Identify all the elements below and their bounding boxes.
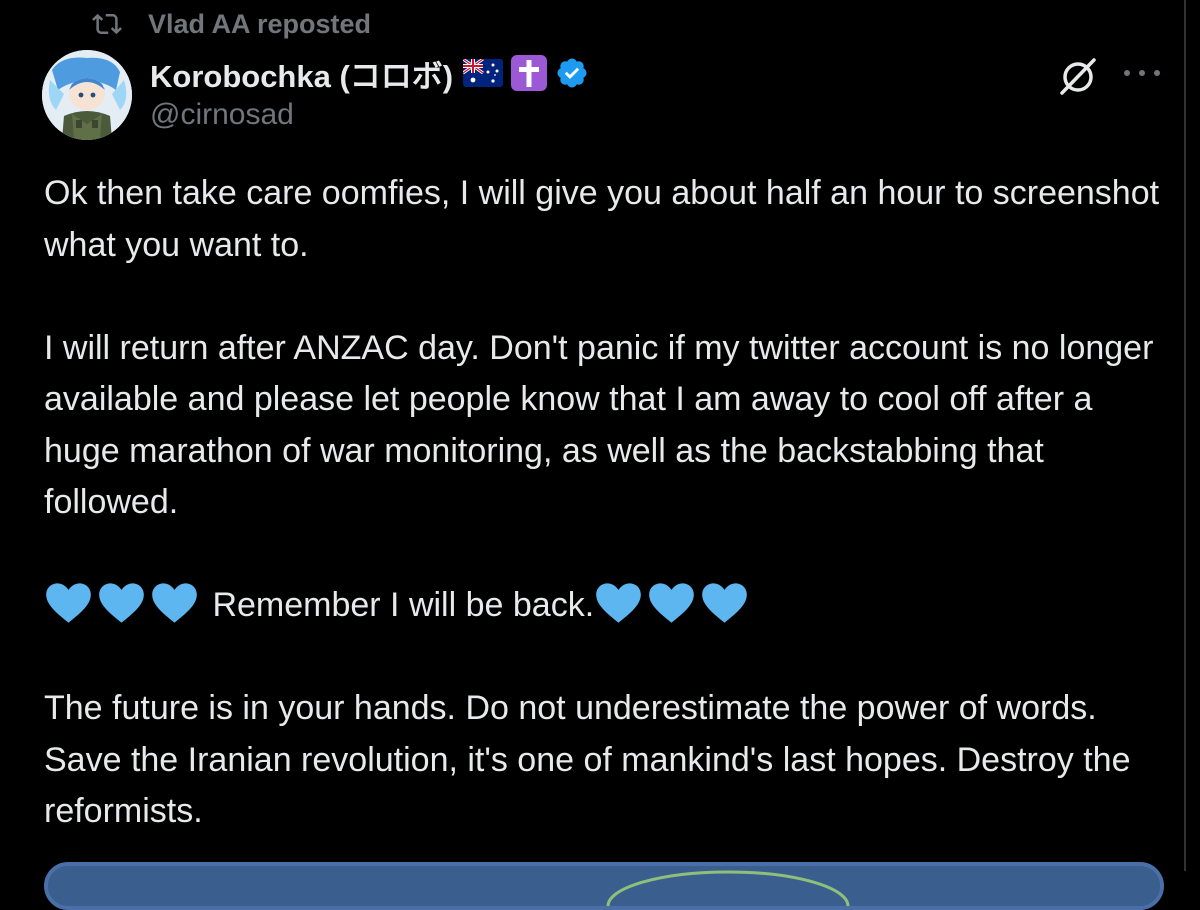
verified-badge-icon[interactable]	[555, 56, 589, 90]
light-blue-heart-emoji	[596, 583, 641, 623]
post-header: Korobochka (コロボ) @cirnosad	[150, 52, 589, 132]
display-name[interactable]: Korobochka (コロボ)	[150, 51, 453, 96]
avatar[interactable]	[42, 50, 132, 140]
post-paragraph-3-text: Remember I will be back.	[212, 586, 595, 624]
light-blue-heart-emoji	[649, 583, 694, 623]
post-paragraph-1: Ok then take care oomfies, I will give y…	[44, 174, 1160, 264]
repost-label: Vlad AA reposted	[148, 8, 372, 39]
light-blue-heart-emoji	[152, 583, 197, 623]
repost-indicator[interactable]: Vlad AA reposted	[92, 6, 371, 42]
more-dot	[1124, 70, 1130, 76]
light-blue-heart-emoji	[99, 583, 144, 623]
more-dot	[1154, 70, 1160, 76]
timeline-border	[1184, 0, 1200, 871]
handle[interactable]: @cirnosad	[150, 98, 589, 132]
post-text: Ok then take care oomfies, I will give y…	[44, 168, 1174, 838]
post-paragraph-4: The future is in your hands. Do not unde…	[44, 689, 1131, 830]
more-dot	[1139, 70, 1145, 76]
light-blue-heart-emoji	[702, 583, 747, 623]
post-media-image[interactable]	[44, 862, 1164, 910]
post-paragraph-2: I will return after ANZAC day. Don't pan…	[44, 328, 1154, 522]
post-paragraph-3: Remember I will be back.	[44, 580, 1174, 632]
name-row: Korobochka (コロボ)	[150, 52, 589, 94]
grok-icon[interactable]	[1058, 56, 1098, 96]
repost-icon	[92, 13, 122, 35]
latin-cross-emoji	[511, 55, 548, 91]
more-options-icon[interactable]	[1124, 58, 1160, 88]
australia-flag-emoji	[463, 59, 504, 87]
light-blue-heart-emoji	[46, 583, 91, 623]
